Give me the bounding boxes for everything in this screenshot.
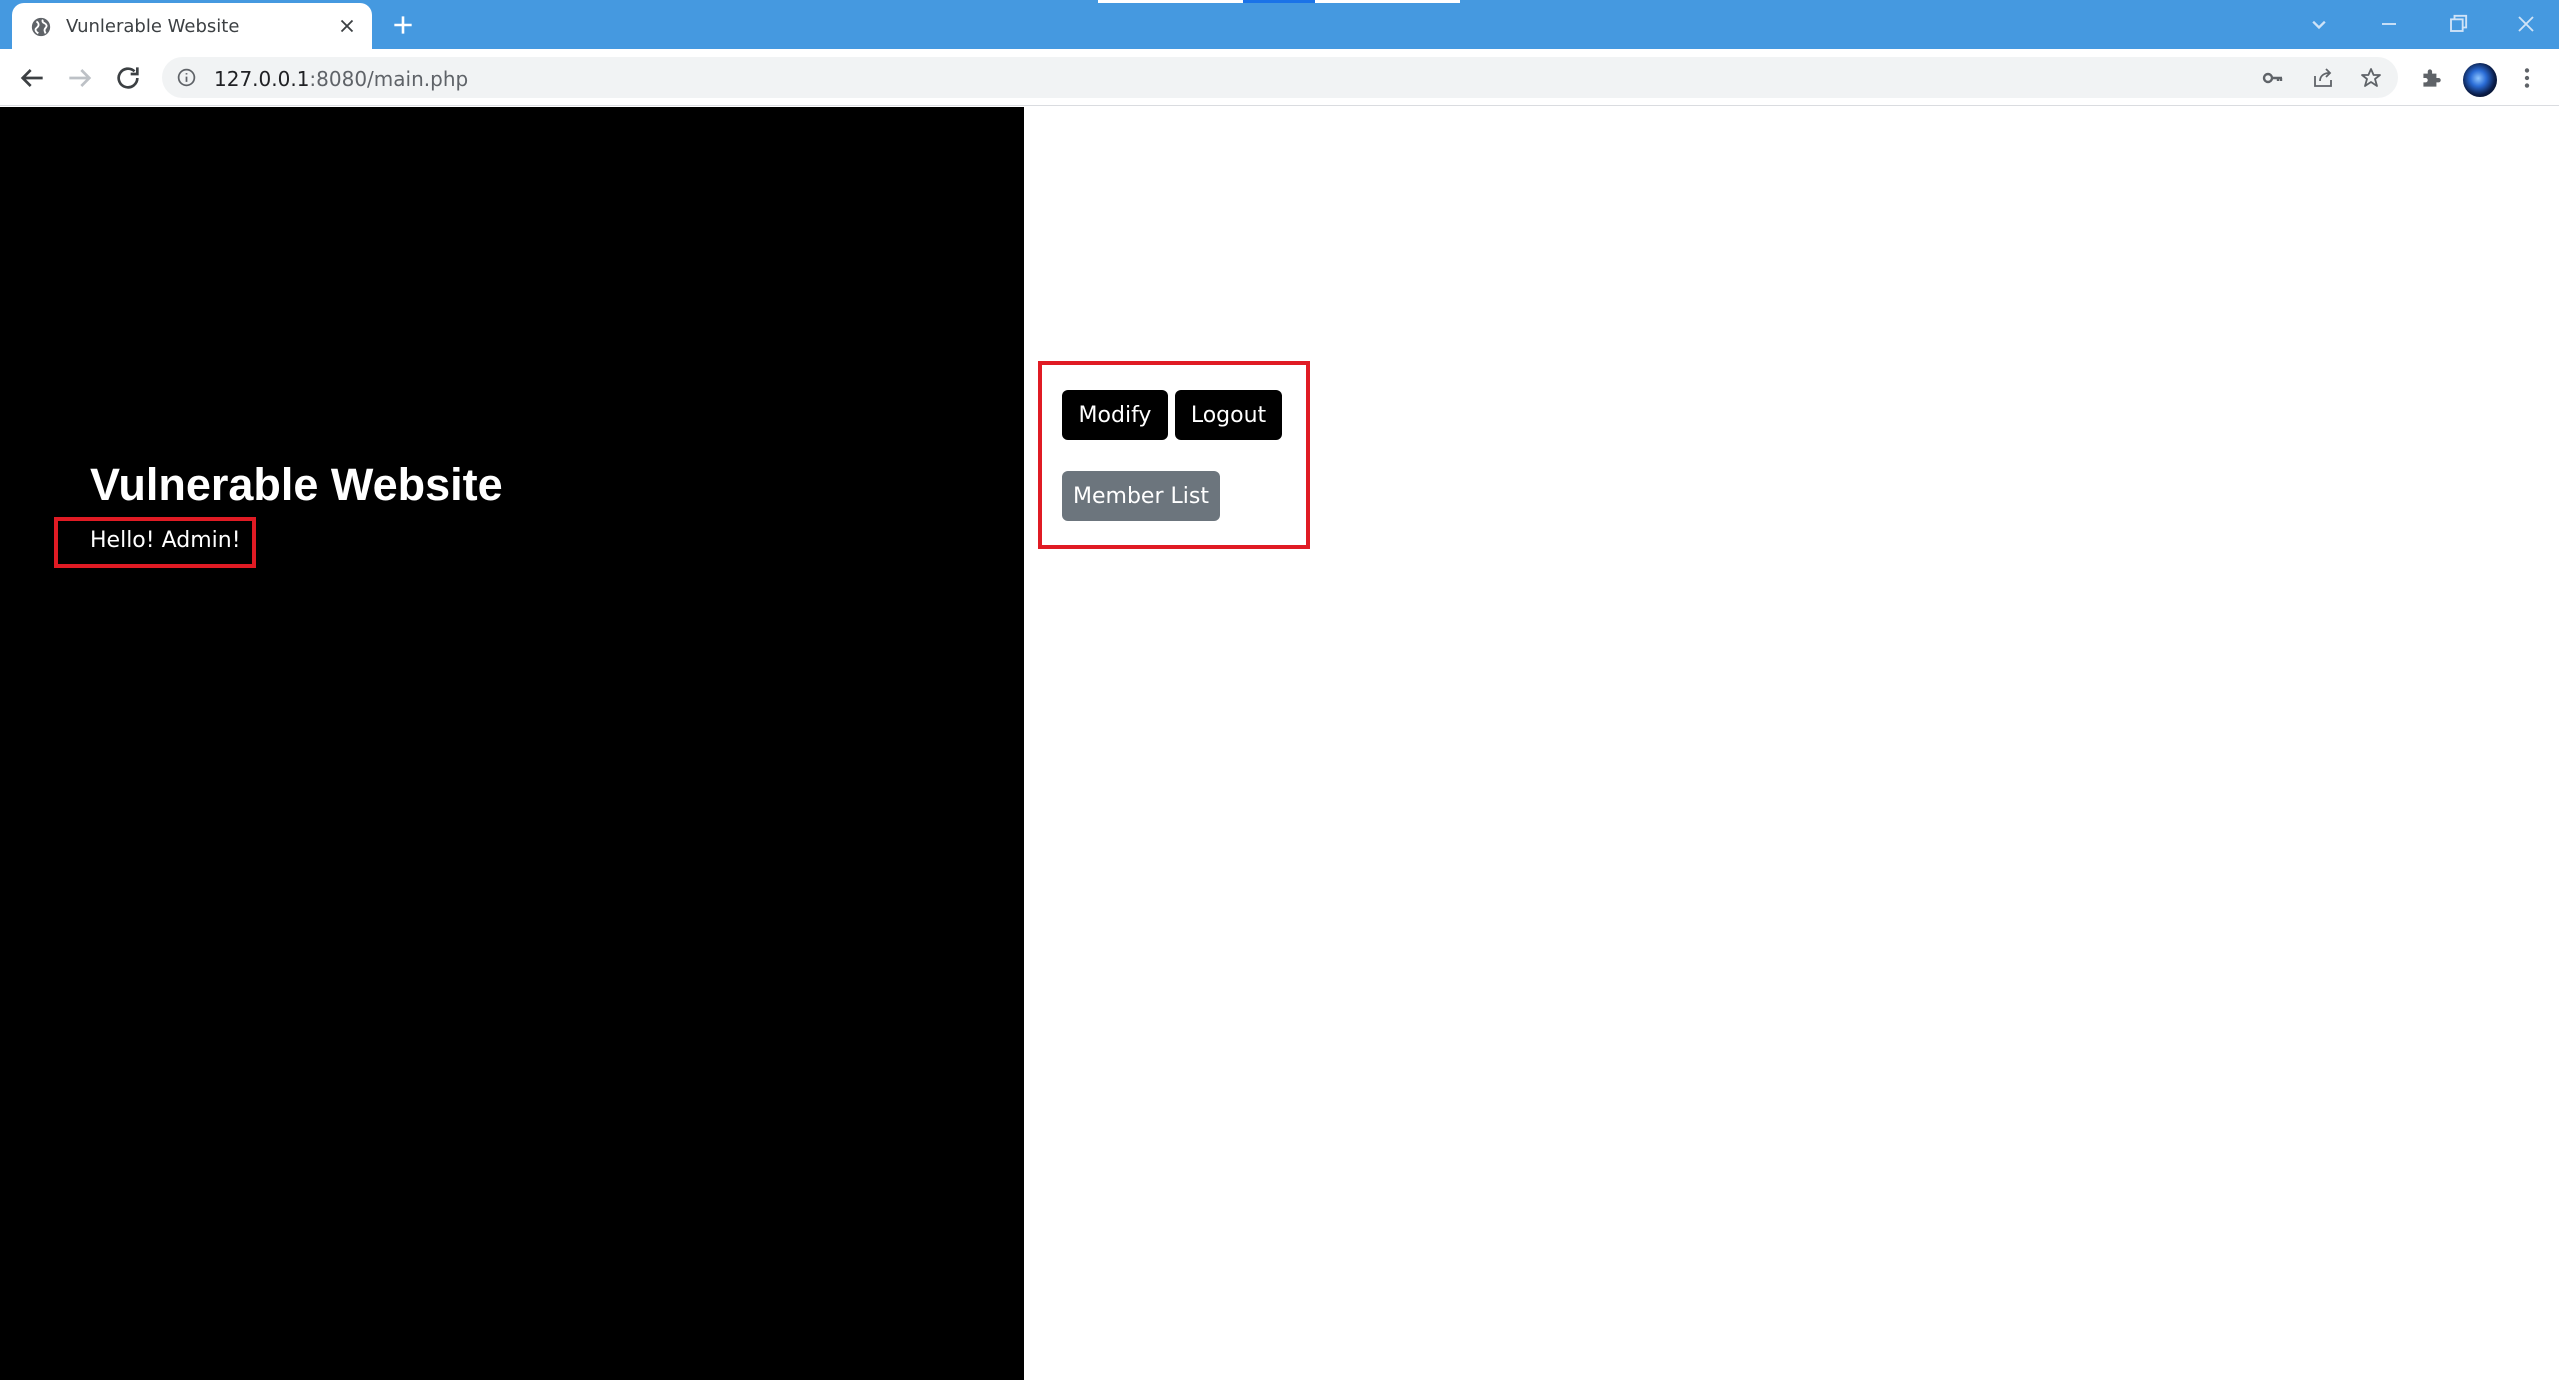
restore-icon[interactable]: [2444, 10, 2472, 38]
new-tab-icon[interactable]: [390, 12, 416, 38]
browser-toolbar: 127.0.0.1:8080/main.php: [0, 49, 2559, 106]
tab-title: Vunlerable Website: [66, 16, 240, 37]
bookmark-star-icon[interactable]: [2359, 66, 2383, 90]
window-close-icon[interactable]: [2512, 10, 2540, 38]
forward-icon[interactable]: [64, 62, 96, 94]
url-path: :8080/main.php: [309, 67, 469, 91]
key-icon[interactable]: [2261, 66, 2285, 90]
extensions-puzzle-icon[interactable]: [2418, 65, 2444, 91]
tab-group-indicator-active: [1243, 0, 1315, 3]
greeting-annotation-box: [54, 517, 256, 568]
reload-icon[interactable]: [112, 62, 144, 94]
member-list-button[interactable]: Member List: [1062, 471, 1220, 521]
close-icon[interactable]: [336, 15, 358, 37]
modify-button[interactable]: Modify: [1062, 390, 1168, 440]
page-content: Vulnerable Website Hello! Admin! Modify …: [0, 107, 2559, 1380]
tab-strip: Vunlerable Website: [0, 0, 2559, 49]
left-panel: Vulnerable Website Hello! Admin!: [0, 107, 1024, 1380]
tab-group-indicator: [1315, 0, 1460, 3]
share-icon[interactable]: [2311, 66, 2335, 90]
kebab-menu-icon[interactable]: [2514, 65, 2540, 91]
minimize-icon[interactable]: [2375, 10, 2403, 38]
site-title: Vulnerable Website: [90, 459, 503, 510]
browser-tab[interactable]: Vunlerable Website: [12, 3, 372, 49]
logout-button[interactable]: Logout: [1175, 390, 1282, 440]
profile-avatar[interactable]: [2463, 63, 2497, 97]
globe-icon: [31, 17, 51, 37]
url-host: 127.0.0.1: [214, 67, 310, 91]
info-icon[interactable]: [176, 67, 197, 88]
url-text[interactable]: 127.0.0.1:8080/main.php: [214, 67, 468, 91]
back-icon[interactable]: [16, 62, 48, 94]
tab-search-icon[interactable]: [2305, 10, 2333, 38]
tab-group-indicator: [1098, 0, 1243, 3]
address-bar[interactable]: 127.0.0.1:8080/main.php: [162, 57, 2398, 98]
